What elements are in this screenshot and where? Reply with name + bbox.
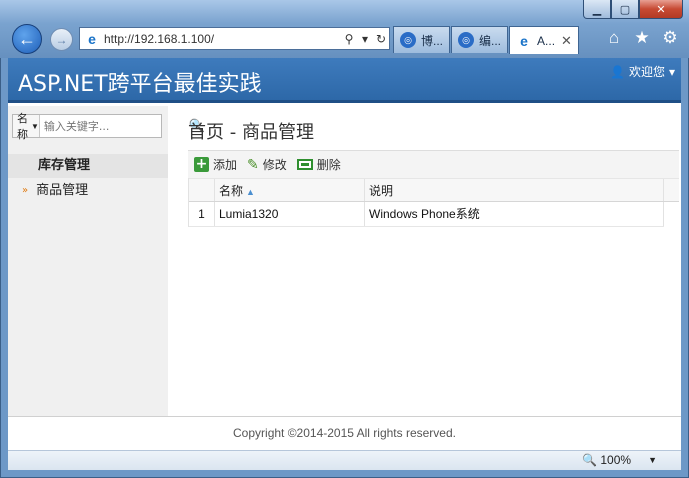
close-tab-icon[interactable]: ✕ [561, 33, 572, 49]
user-label: 欢迎您 [628, 65, 665, 79]
ie-logo-icon: e [88, 30, 96, 47]
address-url[interactable]: http://192.168.1.100/ [104, 32, 341, 46]
cell-name[interactable]: Lumia1320 [215, 202, 365, 226]
add-button[interactable]: + 添加 [194, 156, 237, 173]
main-content: 首页 - 商品管理 + 添加 ✎ 修改 删除 名称 ▲ 说明 1 Lumia13… [168, 106, 681, 416]
column-header-name[interactable]: 名称 ▲ [215, 179, 365, 201]
edit-button[interactable]: ✎ 修改 [247, 156, 287, 173]
tab-label: 编... [479, 33, 502, 48]
column-header-description[interactable]: 说明 [365, 179, 664, 201]
forward-arrow-icon: → [55, 32, 68, 47]
search-field-label: 名称 [17, 113, 28, 141]
search-input[interactable] [39, 116, 189, 136]
browser-tab-2[interactable]: ◎ 编... [451, 26, 509, 53]
browser-tab-1[interactable]: ◎ 博... [393, 26, 451, 53]
search-icon[interactable]: ⚲ [341, 32, 357, 46]
plus-icon: + [194, 156, 209, 172]
tab-label: 博... [421, 33, 444, 48]
status-bar: 🔍 100% ▼ [8, 450, 681, 470]
window-controls: ▁ ▢ ✕ [583, 0, 683, 19]
web-page: ASP.NET跨平台最佳实践 👤 欢迎您 ▾ 名称 ▼ 🔍 库存管理 » 商品管… [8, 58, 681, 450]
add-label: 添加 [213, 158, 238, 172]
address-bar[interactable]: e http://192.168.1.100/ ⚲ ▾ ↻ [79, 27, 390, 50]
back-arrow-icon: ← [18, 28, 36, 49]
app-header: ASP.NET跨平台最佳实践 👤 欢迎您 ▾ [8, 58, 681, 103]
app-title: ASP.NET跨平台最佳实践 [18, 72, 262, 97]
home-icon[interactable]: ⌂ [605, 28, 623, 48]
page-title: 首页 - 商品管理 [188, 122, 314, 143]
user-icon: 👤 [610, 64, 625, 79]
delete-label: 删除 [316, 158, 341, 172]
column-header-label: 名称 [219, 184, 244, 198]
search-box: 名称 ▼ 🔍 [12, 113, 205, 141]
forward-button[interactable]: → [50, 28, 73, 51]
back-button[interactable]: ← [12, 24, 42, 54]
edit-label: 修改 [262, 158, 287, 172]
minimize-button[interactable]: ▁ [583, 0, 611, 19]
sidebar-item-label: 商品管理 [36, 183, 89, 198]
row-number-header [189, 179, 215, 201]
tab-label: A... [537, 33, 556, 48]
chevron-down-icon: ▾ [668, 64, 675, 79]
page-footer: Copyright ©2014-2015 All rights reserved… [8, 416, 681, 450]
delete-button[interactable]: 删除 [296, 156, 341, 173]
double-chevron-right-icon: » [22, 185, 29, 196]
chevron-down-icon: ▼ [648, 455, 657, 465]
sort-ascending-icon: ▲ [246, 187, 255, 197]
table-row[interactable]: 1 Lumia1320 Windows Phone系统 [189, 202, 664, 227]
grid-toolbar: + 添加 ✎ 修改 删除 [188, 150, 679, 178]
search-field-select[interactable]: 名称 ▼ [13, 113, 40, 141]
refresh-icon[interactable]: ↻ [373, 32, 389, 46]
zoom-icon: 🔍 [582, 453, 598, 467]
close-window-button[interactable]: ✕ [639, 0, 683, 19]
sidebar-item-products[interactable]: » 商品管理 [8, 180, 168, 202]
browser-toolbar-icons: ⌂ ★ ⚙ [605, 28, 679, 48]
table-header: 名称 ▲ 说明 [189, 178, 664, 202]
ie-logo-icon: e [520, 32, 528, 49]
dropdown-icon[interactable]: ▾ [357, 32, 373, 46]
chevron-down-icon: ▼ [31, 121, 39, 131]
maximize-button[interactable]: ▢ [611, 0, 639, 19]
gear-icon[interactable]: ⚙ [661, 28, 679, 48]
row-number: 1 [189, 202, 215, 226]
cell-description[interactable]: Windows Phone系统 [365, 202, 664, 226]
favorites-star-icon[interactable]: ★ [633, 28, 651, 48]
minus-icon [296, 159, 313, 170]
browser-titlebar: ▁ ▢ ✕ ← → e http://192.168.1.100/ ⚲ ▾ ↻ … [0, 0, 689, 58]
zoom-level: 100% [600, 453, 632, 467]
user-menu[interactable]: 👤 欢迎您 ▾ [610, 63, 675, 80]
sidebar-group-inventory[interactable]: 库存管理 [8, 154, 168, 178]
pencil-icon: ✎ [247, 156, 259, 173]
site-favicon-icon: ◎ [458, 32, 475, 48]
zoom-control[interactable]: 🔍 100% ▼ [582, 453, 657, 467]
browser-tab-active[interactable]: e A... ✕ [509, 26, 579, 54]
browser-tabs: ◎ 博... ◎ 编... e A... ✕ [393, 26, 580, 54]
sidebar: 名称 ▼ 🔍 库存管理 » 商品管理 [8, 106, 205, 416]
site-favicon-icon: ◎ [400, 32, 416, 48]
product-table: 名称 ▲ 说明 1 Lumia1320 Windows Phone系统 [188, 178, 664, 227]
header-scroll-gap [664, 178, 679, 202]
